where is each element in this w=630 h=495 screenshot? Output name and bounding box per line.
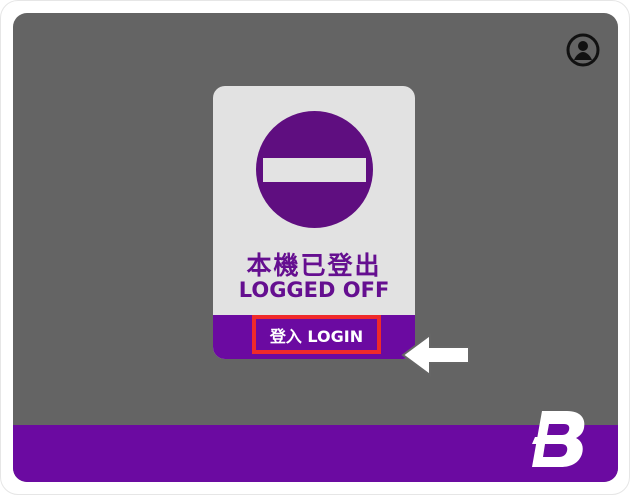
- arrow-left-icon: [401, 333, 470, 377]
- no-entry-icon: [256, 111, 373, 228]
- b-logo-icon: [532, 411, 585, 467]
- login-button[interactable]: 登入 LOGIN: [252, 315, 381, 354]
- logged-off-title-zh: 本機已登出: [246, 251, 382, 280]
- user-circle-icon[interactable]: [566, 33, 600, 67]
- logged-off-card: 本機已登出 LOGGED OFF 登入 LOGIN: [213, 86, 415, 359]
- logged-off-title-en: LOGGED OFF: [238, 278, 390, 302]
- footer-bar: [13, 425, 618, 482]
- logged-off-screen: 本機已登出 LOGGED OFF 登入 LOGIN: [13, 13, 618, 482]
- window-frame: 本機已登出 LOGGED OFF 登入 LOGIN: [0, 0, 630, 495]
